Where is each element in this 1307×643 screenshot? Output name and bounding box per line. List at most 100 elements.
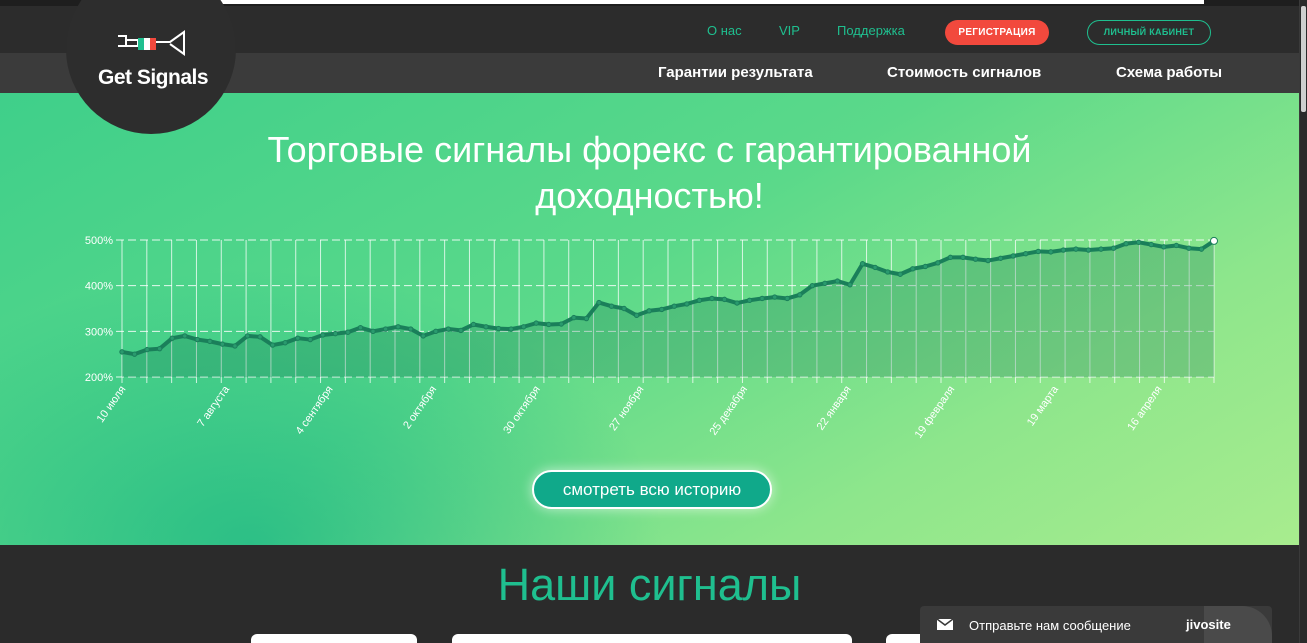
- signal-card[interactable]: [452, 634, 852, 643]
- chart-data-point[interactable]: [571, 314, 577, 321]
- chart-data-point[interactable]: [1161, 244, 1167, 250]
- chart-data-point[interactable]: [771, 294, 778, 300]
- chart-data-point[interactable]: [1123, 240, 1129, 247]
- chart-data-point[interactable]: [633, 312, 640, 319]
- chart-data-point[interactable]: [1173, 242, 1180, 249]
- chart-data-point[interactable]: [483, 324, 489, 330]
- chart-data-point[interactable]: [721, 296, 728, 303]
- chart-data-point[interactable]: [684, 301, 690, 307]
- chart-data-point[interactable]: [520, 324, 527, 330]
- chart-data-point[interactable]: [257, 334, 263, 340]
- chart-data-point[interactable]: [621, 305, 627, 312]
- chart-data-point[interactable]: [332, 330, 339, 337]
- chart-data-point[interactable]: [269, 342, 276, 348]
- chart-data-point[interactable]: [470, 321, 477, 328]
- chart-data-point[interactable]: [746, 297, 753, 303]
- chart-data-point[interactable]: [1098, 246, 1104, 252]
- chart-data-point[interactable]: [884, 269, 891, 275]
- chart-data-point[interactable]: [169, 335, 175, 341]
- chart-data-point[interactable]: [546, 321, 552, 328]
- chart-data-point[interactable]: [244, 333, 251, 339]
- chart-data-point[interactable]: [859, 261, 866, 267]
- chart-data-point[interactable]: [1148, 241, 1154, 248]
- chart-data-point[interactable]: [972, 256, 979, 262]
- chart-data-point[interactable]: [897, 271, 903, 277]
- chart-data-point[interactable]: [433, 328, 439, 335]
- chart-data-point[interactable]: [734, 300, 740, 306]
- chart-data-point[interactable]: [219, 341, 226, 347]
- view-history-button[interactable]: смотреть всю историю: [532, 470, 772, 509]
- chart-data-point[interactable]: [997, 255, 1004, 261]
- chart-data-point[interactable]: [370, 328, 376, 335]
- chart-data-point[interactable]: [960, 254, 966, 261]
- chart-data-point[interactable]: [1135, 239, 1142, 245]
- chart-data-point[interactable]: [407, 326, 414, 332]
- chart-data-point[interactable]: [508, 326, 514, 332]
- chart-data-point[interactable]: [533, 320, 539, 326]
- chart-data-point[interactable]: [295, 335, 301, 341]
- browser-address-bar[interactable]: [94, 0, 1204, 4]
- chart-data-point[interactable]: [194, 336, 201, 343]
- chart-data-point[interactable]: [822, 280, 828, 287]
- chart-data-point[interactable]: [445, 326, 452, 332]
- chart-data-point[interactable]: [596, 299, 602, 306]
- chart-data-point[interactable]: [144, 346, 150, 353]
- chart-data-point[interactable]: [935, 260, 941, 266]
- chart-data-point[interactable]: [1010, 253, 1016, 259]
- chart-data-point[interactable]: [382, 326, 389, 332]
- chart-data-point[interactable]: [395, 324, 401, 330]
- nav-guarantees[interactable]: Гарантии результата: [658, 64, 813, 81]
- chart-data-point[interactable]: [784, 295, 790, 302]
- logo-text[interactable]: Get Signals: [98, 66, 209, 90]
- chart-data-point[interactable]: [1110, 245, 1117, 251]
- chart-data-point[interactable]: [320, 332, 326, 338]
- chart-data-point[interactable]: [985, 257, 991, 264]
- chart-data-point[interactable]: [232, 343, 238, 349]
- chart-data-point[interactable]: [910, 266, 916, 272]
- chart-data-point[interactable]: [809, 282, 816, 289]
- register-button[interactable]: РЕГИСТРАЦИЯ: [945, 20, 1049, 45]
- chart-data-point[interactable]: [131, 351, 138, 357]
- nav-scheme[interactable]: Схема работы: [1116, 64, 1222, 81]
- chart-data-point[interactable]: [1210, 236, 1218, 245]
- chart-data-point[interactable]: [659, 306, 665, 313]
- nav-link-about[interactable]: О нас: [707, 23, 742, 38]
- signal-card[interactable]: [251, 634, 417, 643]
- chart-data-point[interactable]: [282, 340, 288, 346]
- chart-data-point[interactable]: [1035, 248, 1041, 255]
- chart-data-point[interactable]: [1186, 245, 1192, 251]
- chart-data-point[interactable]: [1048, 249, 1054, 255]
- nav-link-support[interactable]: Поддержка: [837, 23, 905, 38]
- chart-data-point[interactable]: [922, 263, 929, 270]
- chart-data-point[interactable]: [834, 278, 841, 284]
- chart-data-point[interactable]: [207, 338, 213, 345]
- chart-data-point[interactable]: [646, 308, 652, 314]
- chart-data-point[interactable]: [797, 292, 803, 298]
- chart-data-point[interactable]: [558, 321, 565, 327]
- chart-data-point[interactable]: [345, 329, 351, 335]
- chat-widget-label[interactable]: Отправьте нам сообщение: [969, 618, 1131, 633]
- chart-data-point[interactable]: [1060, 247, 1067, 253]
- scrollbar-track[interactable]: [1299, 0, 1307, 643]
- chart-data-point[interactable]: [947, 254, 954, 261]
- chart-data-point[interactable]: [709, 295, 715, 302]
- chart-data-point[interactable]: [759, 295, 765, 302]
- chart-data-point[interactable]: [1073, 246, 1079, 252]
- scrollbar-thumb[interactable]: [1301, 6, 1306, 112]
- chart-data-point[interactable]: [583, 315, 590, 322]
- chart-data-point[interactable]: [495, 325, 502, 332]
- nav-pricing[interactable]: Стоимость сигналов: [887, 64, 1041, 81]
- chart-data-point[interactable]: [872, 264, 878, 271]
- chart-data-point[interactable]: [182, 333, 188, 339]
- chart-data-point[interactable]: [458, 327, 464, 334]
- chart-data-point[interactable]: [671, 303, 677, 309]
- chart-data-point[interactable]: [847, 282, 853, 288]
- personal-cabinet-button[interactable]: ЛИЧНЫЙ КАБИНЕТ: [1087, 20, 1211, 45]
- chart-data-point[interactable]: [1198, 246, 1205, 252]
- chart-data-point[interactable]: [119, 349, 125, 355]
- chart-data-point[interactable]: [307, 336, 313, 343]
- chart-data-point[interactable]: [1085, 247, 1092, 253]
- chart-data-point[interactable]: [156, 345, 163, 352]
- chart-data-point[interactable]: [1023, 251, 1029, 257]
- chart-data-point[interactable]: [357, 324, 364, 331]
